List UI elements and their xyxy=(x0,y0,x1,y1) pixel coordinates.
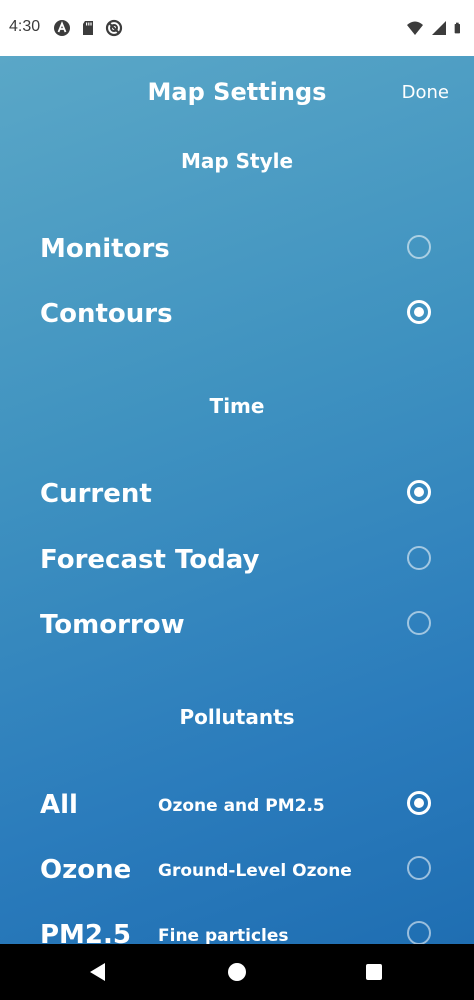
back-icon[interactable] xyxy=(90,963,105,981)
option-description: Ozone and PM2.5 xyxy=(158,796,325,816)
section-title-map-style: Map Style xyxy=(180,149,294,173)
option-monitors[interactable]: Monitors xyxy=(0,220,474,276)
option-tomorrow[interactable]: Tomorrow xyxy=(0,596,474,652)
status-bar: 4:30 xyxy=(0,0,474,56)
recents-icon[interactable] xyxy=(366,964,382,980)
radio-button[interactable] xyxy=(407,856,431,880)
sd-card-icon xyxy=(83,21,93,35)
wifi-icon xyxy=(407,21,423,35)
radio-button[interactable] xyxy=(407,546,431,570)
done-button[interactable]: Done xyxy=(402,82,449,103)
radio-button[interactable] xyxy=(407,791,431,815)
option-label: All xyxy=(40,790,78,820)
navigation-bar xyxy=(0,944,474,1000)
home-icon[interactable] xyxy=(228,963,246,981)
option-all[interactable]: All Ozone and PM2.5 xyxy=(0,776,474,832)
a-icon xyxy=(54,20,70,36)
option-label: Forecast Today xyxy=(40,545,260,575)
battery-icon xyxy=(454,22,460,34)
option-ozone[interactable]: Ozone Ground-Level Ozone xyxy=(0,841,474,897)
radio-button[interactable] xyxy=(407,300,431,324)
signal-icon xyxy=(432,21,446,35)
radio-button[interactable] xyxy=(407,235,431,259)
radio-button[interactable] xyxy=(407,611,431,635)
option-pm25[interactable]: PM2.5 Fine particles xyxy=(0,906,474,944)
app-screen: 4:30 Map Settings Done Map Style Monitor… xyxy=(0,0,474,1000)
option-forecast-today[interactable]: Forecast Today xyxy=(0,531,474,587)
system-icons xyxy=(406,19,466,37)
option-label: Current xyxy=(40,479,152,509)
option-label: Monitors xyxy=(40,234,170,264)
option-description: Ground-Level Ozone xyxy=(158,861,352,881)
option-contours[interactable]: Contours xyxy=(0,285,474,341)
map-settings-panel: Map Settings Done Map Style Monitors Con… xyxy=(0,56,474,944)
radio-button[interactable] xyxy=(407,480,431,504)
section-title-pollutants: Pollutants xyxy=(179,705,295,729)
option-label: Tomorrow xyxy=(40,610,185,640)
section-title-time: Time xyxy=(209,394,265,418)
option-label: Ozone xyxy=(40,855,132,885)
option-description: Fine particles xyxy=(158,926,289,944)
sync-icon xyxy=(105,19,123,37)
option-current[interactable]: Current xyxy=(0,465,474,521)
status-time: 4:30 xyxy=(9,18,41,35)
option-label: Contours xyxy=(40,299,173,329)
radio-button[interactable] xyxy=(407,921,431,944)
notification-icons xyxy=(53,19,123,37)
option-label: PM2.5 xyxy=(40,920,131,944)
